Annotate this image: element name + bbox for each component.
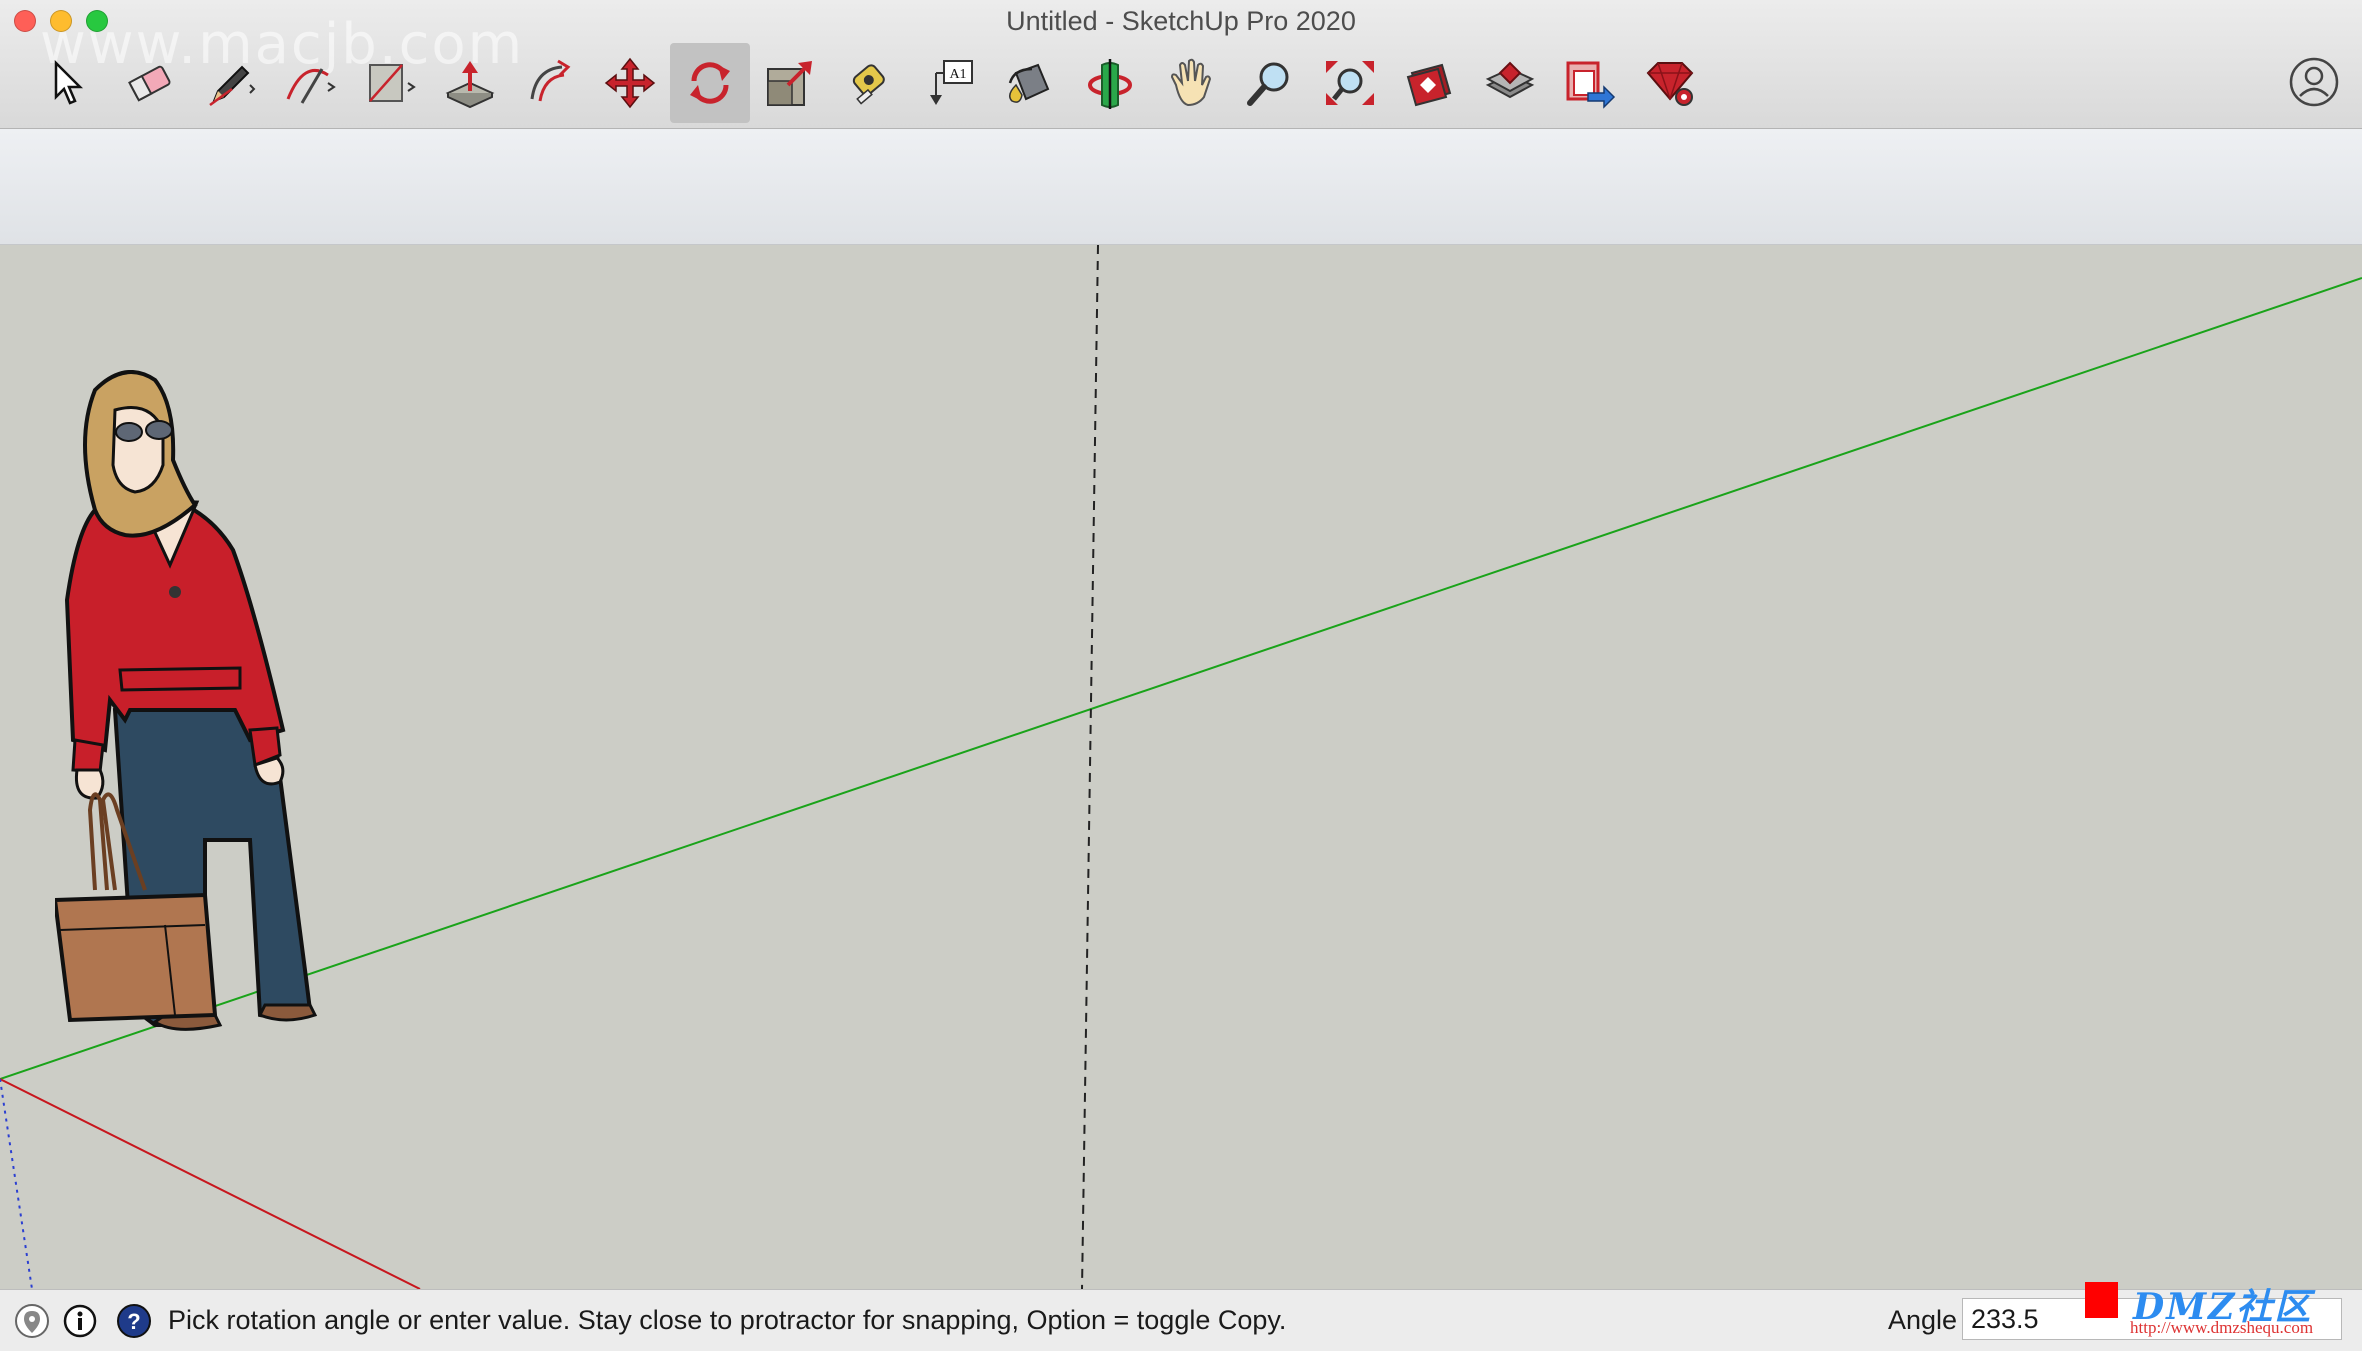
window-title: Untitled - SketchUp Pro 2020 xyxy=(1006,6,1356,36)
orbit-icon xyxy=(1088,59,1132,109)
main-toolbar: A1 xyxy=(30,43,1710,123)
title-bar: www.macjb.com Untitled - SketchUp Pro 20… xyxy=(0,0,2362,129)
rectangle-tool-button[interactable] xyxy=(350,43,430,123)
zoom-extents-tool-button[interactable] xyxy=(1310,43,1390,123)
select-arrow-icon xyxy=(54,59,84,105)
zoom-icon xyxy=(1247,62,1289,106)
scale-tool-button[interactable] xyxy=(750,43,830,123)
pencil-icon xyxy=(209,65,256,107)
move-tool-button[interactable] xyxy=(590,43,670,123)
rotation-guide-dashed-line xyxy=(1081,245,1099,1289)
3d-warehouse-button[interactable] xyxy=(1390,43,1470,123)
offset-tool-button[interactable] xyxy=(510,43,590,123)
blue-axis-dotted-line xyxy=(0,1078,33,1289)
red-axis-line xyxy=(0,1078,421,1289)
paint-bucket-icon xyxy=(1008,63,1050,103)
pan-tool-button[interactable] xyxy=(1150,43,1230,123)
push-pull-tool-button[interactable] xyxy=(430,43,510,123)
axes-layer xyxy=(0,245,2362,1289)
measurements-label: Angle xyxy=(1888,1305,1958,1335)
rotate-icon xyxy=(690,62,730,104)
dmz-watermark: DMZ社区 http://www.dmzshequ.com xyxy=(2085,1280,2362,1350)
extension-manager-button[interactable] xyxy=(1630,43,1710,123)
svg-text:A1: A1 xyxy=(949,67,966,82)
tape-measure-icon xyxy=(852,64,885,105)
rotate-tool-button[interactable] xyxy=(670,43,750,123)
text-tool-button[interactable]: A1 xyxy=(910,43,990,123)
secondary-toolbar-area xyxy=(0,129,2362,245)
help-icon[interactable]: ? xyxy=(116,1303,152,1339)
push-pull-icon xyxy=(445,61,495,109)
eraser-icon xyxy=(128,65,171,102)
orbit-tool-button[interactable] xyxy=(1070,43,1150,123)
arc-icon xyxy=(286,68,336,104)
status-bar: ? Pick rotation angle or enter value. St… xyxy=(0,1289,2362,1351)
credits-info-icon[interactable] xyxy=(62,1303,98,1339)
dmz-url-text: http://www.dmzshequ.com xyxy=(2130,1318,2314,1337)
scale-icon xyxy=(767,61,812,106)
drawing-viewport[interactable] xyxy=(0,245,2362,1289)
svg-text:?: ? xyxy=(127,1309,140,1334)
rectangle-icon xyxy=(369,64,416,102)
share-model-icon xyxy=(1566,61,1616,109)
scale-figure-woman[interactable] xyxy=(55,370,325,1070)
user-profile-icon[interactable] xyxy=(2288,56,2340,108)
arc-tool-button[interactable] xyxy=(270,43,350,123)
line-tool-button[interactable] xyxy=(190,43,270,123)
pan-hand-icon xyxy=(1170,58,1212,107)
geolocation-icon[interactable] xyxy=(14,1303,50,1339)
eraser-tool-button[interactable] xyxy=(110,43,190,123)
zoom-extents-icon xyxy=(1326,61,1374,105)
select-tool-button[interactable] xyxy=(30,43,110,123)
extension-warehouse-button[interactable] xyxy=(1470,43,1550,123)
text-icon: A1 xyxy=(930,60,973,105)
green-axis-line xyxy=(0,277,2362,1080)
extension-warehouse-icon xyxy=(1485,61,1535,99)
dmz-logo-square xyxy=(2085,1282,2118,1318)
zoom-tool-button[interactable] xyxy=(1230,43,1310,123)
paint-bucket-tool-button[interactable] xyxy=(990,43,1070,123)
offset-icon xyxy=(530,59,571,102)
warehouse-icon xyxy=(1406,63,1452,107)
status-message: Pick rotation angle or enter value. Stay… xyxy=(168,1305,1287,1335)
tape-measure-tool-button[interactable] xyxy=(830,43,910,123)
share-model-button[interactable] xyxy=(1550,43,1630,123)
move-icon xyxy=(604,57,656,109)
ruby-gear-icon xyxy=(1646,62,1694,106)
